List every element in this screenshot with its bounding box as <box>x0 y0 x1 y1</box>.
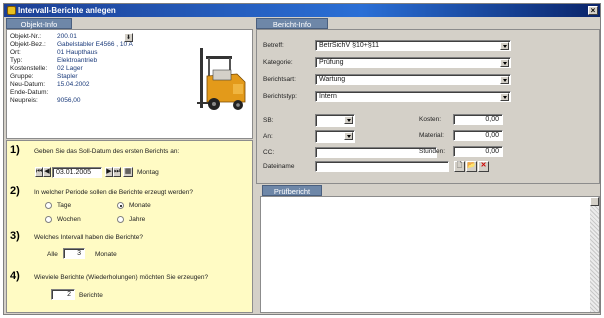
chevron-down-icon[interactable] <box>500 59 509 67</box>
repetitions-input[interactable]: 2 <box>51 289 75 300</box>
kategorie-value: Prüfung <box>319 59 344 66</box>
tab-pruefbericht[interactable]: Prüfbericht <box>262 185 322 196</box>
objekt-field-label: Ort: <box>10 49 21 56</box>
tab-bericht-info[interactable]: Bericht-Info <box>256 18 328 29</box>
objekt-field-value: 200.01 <box>57 33 77 40</box>
new-file-icon[interactable]: 🗋 <box>454 161 465 172</box>
radio-monate[interactable] <box>117 202 124 209</box>
bericht-info-panel: Betreff: BetrSichV §10+§11 Kategorie: Pr… <box>256 29 600 184</box>
last-icon[interactable]: ⏭ <box>113 167 121 177</box>
scroll-thumb[interactable] <box>590 197 599 206</box>
betreff-value: BetrSichV §10+§11 <box>319 42 379 49</box>
app-icon <box>7 6 16 15</box>
objekt-field-value: 9056,00 <box>57 97 81 104</box>
weekday-label: Montag <box>137 169 159 176</box>
material-input[interactable]: 0,00 <box>453 130 503 141</box>
question-3-number: 3) <box>10 230 20 242</box>
question-1-text: Geben Sie das Soll-Datum des ersten Beri… <box>34 148 180 155</box>
close-button[interactable]: × <box>588 6 598 15</box>
sb-label: SB: <box>263 117 274 124</box>
date-field[interactable]: 03.01.2005 <box>52 167 102 178</box>
interval-unit: Monate <box>95 251 117 258</box>
objekt-field-value: Stapler <box>57 73 78 80</box>
objekt-field-value: 02 Lager <box>57 65 83 72</box>
question-4-text: Wieviele Berichte (Wiederholungen) möcht… <box>34 274 209 281</box>
an-select[interactable] <box>315 130 355 143</box>
objekt-field-label: Neu-Datum: <box>10 81 46 88</box>
kategorie-label: Kategorie: <box>263 59 293 66</box>
chevron-down-icon[interactable] <box>500 93 509 101</box>
kosten-label: Kosten: <box>419 116 442 123</box>
chevron-down-icon[interactable] <box>500 76 509 84</box>
objekt-field-label: Neupreis: <box>10 97 38 104</box>
radio-jahre[interactable] <box>117 216 124 223</box>
pruefbericht-textarea[interactable] <box>260 196 600 313</box>
next-icon[interactable]: ▶ <box>105 167 113 177</box>
an-label: An: <box>263 133 273 140</box>
material-label: Material: <box>419 132 444 139</box>
open-folder-icon[interactable]: 📂 <box>466 161 477 172</box>
radio-wochen[interactable] <box>45 216 52 223</box>
question-2-text: In welcher Periode sollen die Berichte e… <box>34 189 193 196</box>
objekt-field-value: Elektroantrieb <box>57 57 98 64</box>
dateiname-label: Dateiname <box>263 163 295 170</box>
radio-wochen-label: Wochen <box>57 216 81 223</box>
berichtsart-select[interactable]: Wartung <box>315 74 511 85</box>
question-4-number: 4) <box>10 270 20 282</box>
title-bar: Intervall-Berichte anlegen × <box>4 4 600 17</box>
wizard-panel: 1) Geben Sie das Soll-Datum des ersten B… <box>6 140 253 313</box>
berichtstyp-select[interactable]: Intern <box>315 91 511 102</box>
interval-prefix: Alle <box>47 251 58 258</box>
berichtstyp-value: Intern <box>319 93 337 100</box>
objekt-info-panel: Objekt-Nr.: 200.01 Objekt-Bez.: Gabelstable… <box>6 29 253 139</box>
kosten-input[interactable]: 0,00 <box>453 114 503 125</box>
delete-icon[interactable]: ✕ <box>478 161 489 172</box>
download-icon[interactable]: ⬇ <box>124 33 133 42</box>
berichtsart-value: Wartung <box>319 76 346 83</box>
calendar-icon[interactable]: ▦ <box>123 167 133 177</box>
vertical-scrollbar[interactable] <box>590 197 599 312</box>
objekt-field-label: Typ: <box>10 57 23 64</box>
stunden-input[interactable]: 0,00 <box>453 146 503 157</box>
betreff-select[interactable]: BetrSichV §10+§11 <box>315 40 511 51</box>
question-1-number: 1) <box>10 144 20 156</box>
cc-label: CC: <box>263 149 275 156</box>
objekt-field-label: Gruppe: <box>10 73 34 80</box>
chevron-down-icon[interactable] <box>344 132 353 140</box>
radio-tage[interactable] <box>45 202 52 209</box>
forklift-image <box>197 48 246 110</box>
kategorie-select[interactable]: Prüfung <box>315 57 511 68</box>
berichtsart-label: Berichtsart: <box>263 76 296 83</box>
radio-jahre-label: Jahre <box>129 216 146 223</box>
objekt-field-value: 01 Haupthaus <box>57 49 98 56</box>
chevron-down-icon[interactable] <box>344 116 353 124</box>
objekt-field-label: Ende-Datum: <box>10 89 49 96</box>
repetitions-unit: Berichte <box>79 292 103 299</box>
window-title: Intervall-Berichte anlegen <box>18 6 116 15</box>
dateiname-input[interactable] <box>315 161 449 172</box>
interval-input[interactable]: 3 <box>63 248 85 259</box>
first-icon[interactable]: ⏮ <box>35 167 43 177</box>
objekt-field-value: 15.04.2002 <box>57 81 90 88</box>
objekt-field-label: Objekt-Nr.: <box>10 33 42 40</box>
objekt-field-label: Kostenstelle: <box>10 65 48 72</box>
betreff-label: Betreff: <box>263 42 284 49</box>
tab-objekt-info[interactable]: Objekt-Info <box>6 18 72 29</box>
berichtstyp-label: Berichtstyp: <box>263 93 297 100</box>
objekt-field-label: Objekt-Bez.: <box>10 41 46 48</box>
sb-select[interactable] <box>315 114 355 127</box>
question-3-text: Welches Intervall haben die Berichte? <box>34 234 143 241</box>
objekt-field-value: Gabelstabler E4566 , 10 A <box>57 41 133 48</box>
radio-monate-label: Monate <box>129 202 151 209</box>
dialog-window: Intervall-Berichte anlegen × Objekt-Info… <box>3 3 601 315</box>
chevron-down-icon[interactable] <box>500 42 509 50</box>
radio-tage-label: Tage <box>57 202 72 209</box>
stunden-label: Stunden: <box>419 148 446 155</box>
prev-icon[interactable]: ◀ <box>43 167 51 177</box>
question-2-number: 2) <box>10 185 20 197</box>
